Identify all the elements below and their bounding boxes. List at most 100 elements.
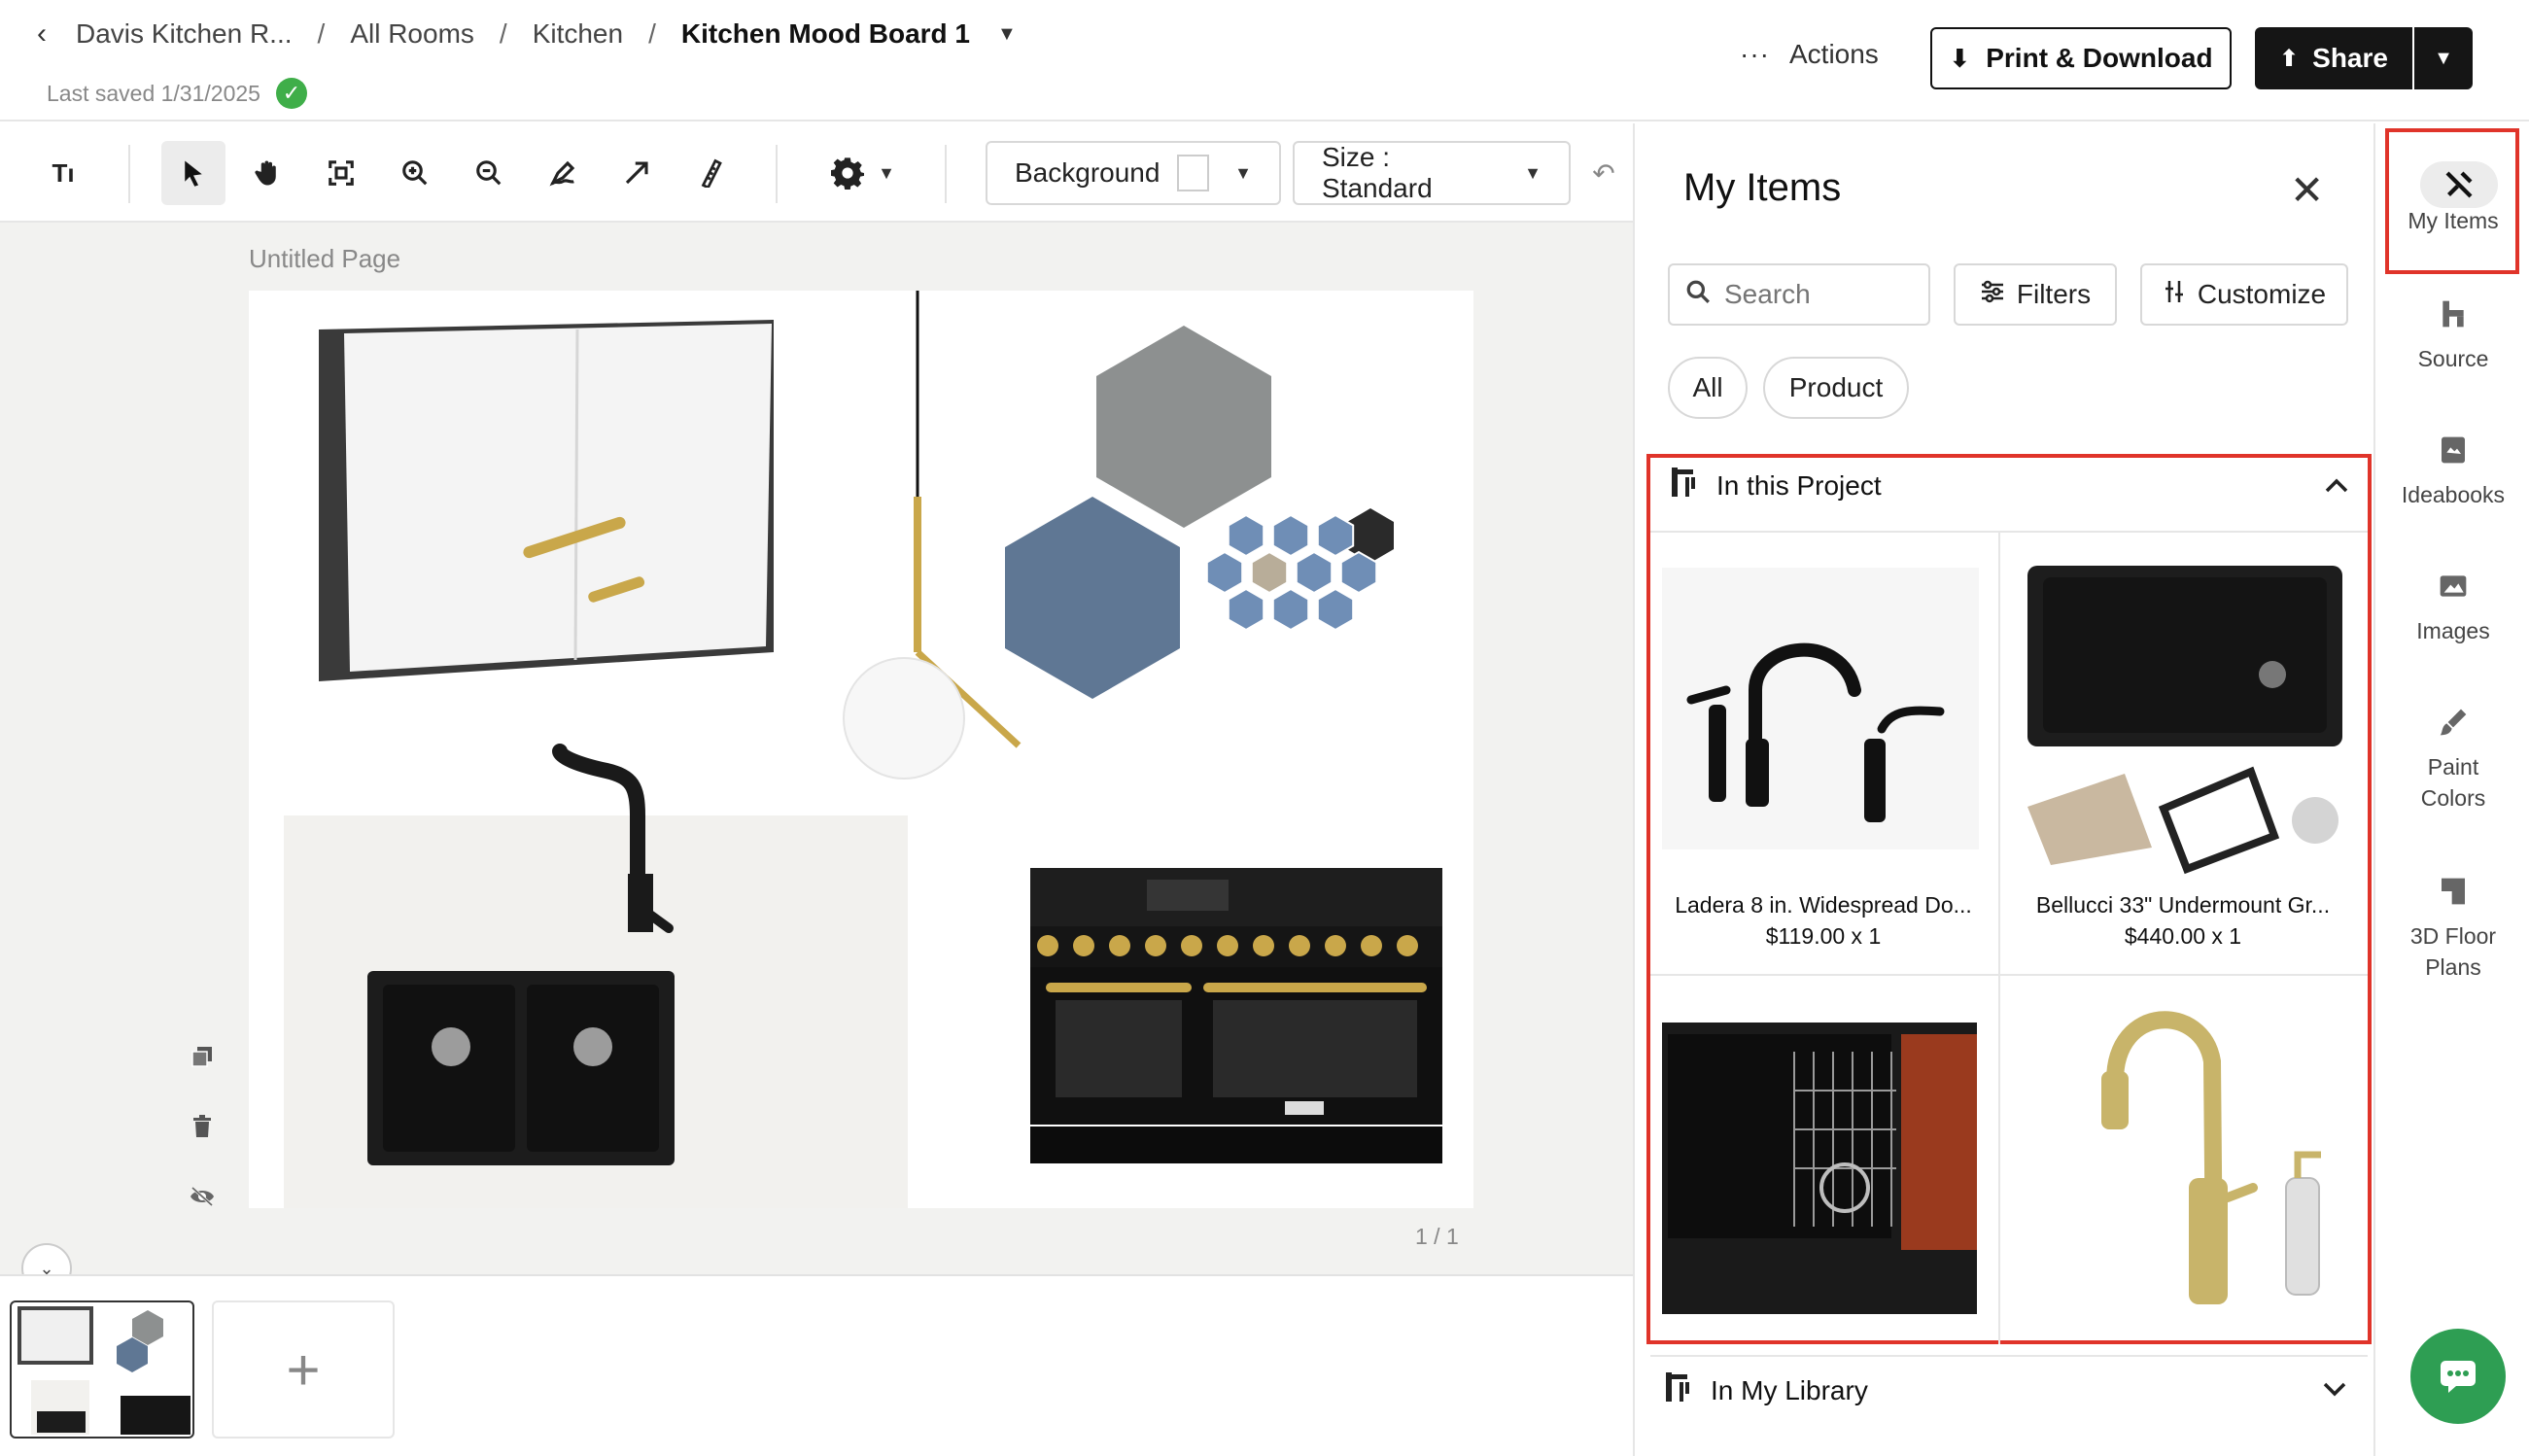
breadcrumb-project[interactable]: Davis Kitchen R... xyxy=(76,18,293,50)
mini-hex-tile xyxy=(1250,550,1289,595)
range-knob xyxy=(1289,935,1310,956)
save-status: Last saved 1/31/2025 ✓ xyxy=(47,78,307,109)
canvas-area[interactable]: Untitled Page 1 / 1 ⌄ xyxy=(0,223,1633,1274)
search-icon xyxy=(1685,279,1711,311)
share-options-caret-button[interactable]: ▼ xyxy=(2414,27,2473,89)
zoom-out-icon[interactable] xyxy=(457,141,521,205)
product-price: $440.00 x 1 xyxy=(2124,923,2242,949)
mini-hex-tile xyxy=(1316,587,1355,632)
thumbnail-preview xyxy=(17,1306,191,1435)
page-thumbnail-1[interactable] xyxy=(10,1300,194,1439)
hex-tiles-image xyxy=(1005,326,1394,699)
product-card[interactable]: Ladera 8 in. Widespread Do... $119.00 x … xyxy=(1648,544,1998,953)
rail-item-source[interactable]: Source xyxy=(2375,298,2529,374)
pan-hand-icon[interactable] xyxy=(235,141,299,205)
close-panel-icon[interactable]: ✕ xyxy=(2290,166,2324,214)
panel-title: My Items xyxy=(1683,166,1842,209)
breadcrumb-separator: / xyxy=(499,18,507,49)
workstation-sink-image xyxy=(1662,1023,1977,1314)
range-oven-image xyxy=(1030,868,1442,1163)
download-icon: ⬇ xyxy=(1949,43,1971,73)
search-input[interactable] xyxy=(1724,279,1909,310)
range-knob xyxy=(1361,935,1382,956)
toolbox-icon xyxy=(1664,1370,1693,1411)
measure-ruler-icon[interactable] xyxy=(678,141,743,205)
collapse-thumbnails-chevron-icon[interactable]: ⌄ xyxy=(21,1243,72,1274)
range-knob xyxy=(1217,935,1238,956)
range-knob xyxy=(1073,935,1094,956)
customize-button[interactable]: Customize xyxy=(2140,263,2348,326)
filters-label: Filters xyxy=(2016,279,2092,309)
range-knob xyxy=(1037,935,1058,956)
last-saved-text: Last saved 1/31/2025 xyxy=(47,80,260,106)
floor-plan-icon xyxy=(2434,876,2473,915)
filters-button[interactable]: Filters xyxy=(1954,263,2117,326)
select-pointer-icon[interactable] xyxy=(161,141,225,205)
settings-gear-icon[interactable]: ▼ xyxy=(814,141,912,205)
actions-label: Actions xyxy=(1788,39,1879,69)
duplicate-page-icon[interactable] xyxy=(185,1039,220,1074)
rail-item-3d-floor-plans[interactable]: 3D Floor Plans xyxy=(2375,876,2529,983)
rail-item-images[interactable]: Images xyxy=(2375,571,2529,646)
toolbar-divider xyxy=(945,145,947,203)
mini-hex-tile xyxy=(1295,550,1334,595)
chip-product[interactable]: Product xyxy=(1763,357,1909,419)
print-download-button[interactable]: ⬇ Print & Download xyxy=(1930,27,2232,89)
product-price: $119.00 x 1 xyxy=(1765,923,1882,949)
size-dropdown[interactable]: Size : Standard ▼ xyxy=(1293,141,1571,205)
undo-icon[interactable]: ↶ xyxy=(1575,141,1633,205)
print-download-label: Print & Download xyxy=(1986,43,2213,73)
delete-trash-icon[interactable] xyxy=(185,1109,220,1144)
board-title: Kitchen Mood Board 1 xyxy=(680,18,970,49)
chat-support-button[interactable] xyxy=(2410,1329,2506,1424)
more-dots-icon: ··· xyxy=(1740,39,1770,69)
actions-menu-button[interactable]: ··· Actions xyxy=(1740,39,1879,70)
rail-item-ideabooks[interactable]: Ideabooks xyxy=(2375,434,2529,510)
text-tool-icon[interactable]: Tı xyxy=(31,141,95,205)
fit-to-screen-icon[interactable] xyxy=(309,141,373,205)
board-menu-caret-icon[interactable]: ▼ xyxy=(997,23,1017,46)
double-sink-image xyxy=(367,971,675,1165)
zoom-in-icon[interactable] xyxy=(383,141,447,205)
paint-brush-icon xyxy=(2434,707,2473,745)
product-card[interactable] xyxy=(2008,984,2358,1343)
background-dropdown[interactable]: Background ▼ xyxy=(986,141,1281,205)
mood-board-page[interactable] xyxy=(249,252,1473,1224)
product-name: Bellucci 33" Undermount Gr... xyxy=(2035,892,2331,918)
in-my-library-header[interactable]: In My Library xyxy=(1650,1355,2368,1425)
expand-chevron-down-icon xyxy=(2323,1378,2346,1404)
mini-hex-tile xyxy=(1339,550,1378,595)
right-nav-rail: My Items Source Ideabooks Images Paint C… xyxy=(2373,123,2529,1456)
page-title[interactable]: Untitled Page xyxy=(249,244,400,274)
top-header: ‹ Davis Kitchen R... / All Rooms / Kitch… xyxy=(0,0,2529,121)
breadcrumb-separator: / xyxy=(648,18,656,49)
source-faucet-icon xyxy=(2434,298,2473,337)
draw-pen-icon[interactable] xyxy=(531,141,595,205)
rail-label: Ideabooks xyxy=(2401,482,2506,507)
range-knob xyxy=(1253,935,1274,956)
hide-eye-slash-icon[interactable] xyxy=(185,1179,220,1214)
pendant-light-image xyxy=(843,252,1022,780)
range-knob xyxy=(1145,935,1166,956)
back-chevron-icon[interactable]: ‹ xyxy=(37,17,76,51)
chat-bubble-icon xyxy=(2441,1361,2476,1393)
product-card[interactable]: Bellucci 33" Undermount Gr... $440.00 x … xyxy=(2008,544,2358,953)
range-knob xyxy=(1325,935,1346,956)
rail-item-paint-colors[interactable]: Paint Colors xyxy=(2375,707,2529,814)
breadcrumb-all-rooms[interactable]: All Rooms xyxy=(350,18,474,50)
breadcrumb-kitchen[interactable]: Kitchen xyxy=(533,18,623,50)
add-page-plus-icon[interactable]: + xyxy=(212,1300,395,1439)
product-card[interactable] xyxy=(1648,984,1998,1343)
library-section-label: In My Library xyxy=(1711,1375,1868,1405)
chip-all[interactable]: All xyxy=(1668,357,1748,419)
page-thumbnail-strip: + xyxy=(0,1274,1633,1456)
range-knob xyxy=(1109,935,1130,956)
undermount-sink-image xyxy=(2027,566,2342,875)
share-button[interactable]: ⬆ Share xyxy=(2255,27,2412,89)
mini-hex-tile xyxy=(1227,513,1265,558)
toolbar-divider xyxy=(776,145,778,203)
search-field[interactable] xyxy=(1668,263,1930,326)
arrow-tool-icon[interactable] xyxy=(605,141,669,205)
mini-hex-tile xyxy=(1271,513,1310,558)
tools-crossed-icon xyxy=(2445,171,2473,198)
